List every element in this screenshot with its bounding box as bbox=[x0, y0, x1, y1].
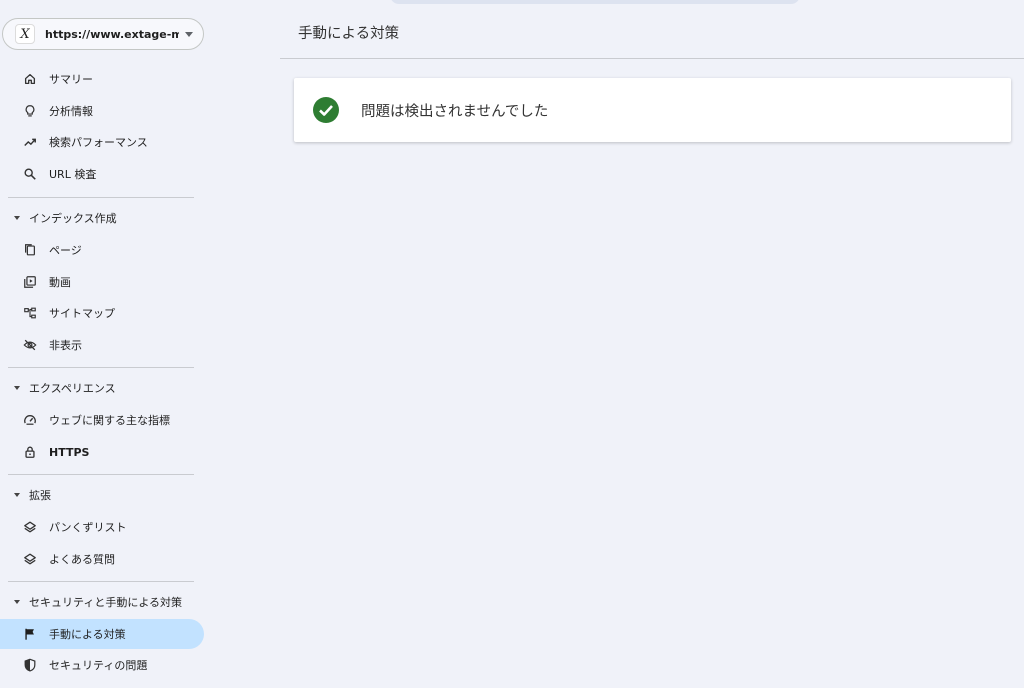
sidebar: X https://www.extage-ma… サマリー 分析情報 検索パフォ… bbox=[0, 0, 212, 688]
lock-icon bbox=[22, 444, 38, 460]
shield-icon bbox=[22, 657, 38, 673]
sidebar-item-breadcrumbs[interactable]: パンくずリスト bbox=[0, 512, 204, 542]
app-root: X https://www.extage-ma… サマリー 分析情報 検索パフォ… bbox=[0, 0, 1024, 688]
status-card: 問題は検出されませんでした bbox=[294, 78, 1011, 142]
sidebar-item-label: 非表示 bbox=[49, 339, 82, 352]
sidebar-item-performance[interactable]: 検索パフォーマンス bbox=[0, 127, 204, 157]
status-message: 問題は検出されませんでした bbox=[361, 103, 549, 120]
chevron-down-icon bbox=[185, 31, 193, 37]
sidebar-item-label: 手動による対策 bbox=[49, 628, 126, 641]
lightbulb-icon bbox=[22, 103, 38, 119]
flag-icon bbox=[22, 626, 38, 642]
section-experience[interactable]: エクスペリエンス bbox=[0, 375, 204, 401]
sidebar-divider bbox=[8, 367, 194, 368]
sidebar-item-label: サマリー bbox=[49, 73, 93, 86]
sidebar-item-pages[interactable]: ページ bbox=[0, 235, 204, 265]
sidebar-item-insights[interactable]: 分析情報 bbox=[0, 96, 204, 126]
sidebar-item-videos[interactable]: 動画 bbox=[0, 267, 204, 297]
sidebar-item-summary[interactable]: サマリー bbox=[0, 64, 204, 94]
section-label: 拡張 bbox=[29, 489, 51, 502]
section-label: エクスペリエンス bbox=[29, 382, 116, 395]
caret-down-icon bbox=[14, 216, 20, 220]
sidebar-item-url-inspection[interactable]: URL 検査 bbox=[0, 159, 204, 189]
sidebar-divider bbox=[8, 581, 194, 582]
top-bar-remnant bbox=[390, 0, 800, 4]
sidebar-item-sitemaps[interactable]: サイトマップ bbox=[0, 298, 204, 328]
x-logo-icon: X bbox=[15, 24, 35, 44]
section-label: インデックス作成 bbox=[29, 212, 117, 225]
sidebar-divider bbox=[8, 474, 194, 475]
caret-down-icon bbox=[14, 386, 20, 390]
sidebar-item-faq[interactable]: よくある質問 bbox=[0, 544, 204, 574]
trending-up-icon bbox=[22, 134, 38, 150]
sidebar-item-removals[interactable]: 非表示 bbox=[0, 330, 204, 360]
caret-down-icon bbox=[14, 493, 20, 497]
layers-icon bbox=[22, 519, 38, 535]
property-selector[interactable]: X https://www.extage-ma… bbox=[2, 18, 204, 50]
sidebar-item-label: URL 検査 bbox=[49, 168, 97, 181]
section-enhancements[interactable]: 拡張 bbox=[0, 482, 204, 508]
check-circle-icon bbox=[313, 97, 339, 123]
speed-icon bbox=[22, 412, 38, 428]
sidebar-item-label: 分析情報 bbox=[49, 105, 93, 118]
sidebar-item-label: 動画 bbox=[49, 276, 71, 289]
section-indexing[interactable]: インデックス作成 bbox=[0, 205, 204, 231]
visibility-off-icon bbox=[22, 337, 38, 353]
sitemap-icon bbox=[22, 305, 38, 321]
sidebar-item-core-web-vitals[interactable]: ウェブに関する主な指標 bbox=[0, 405, 204, 435]
sidebar-item-security-issues[interactable]: セキュリティの問題 bbox=[0, 650, 204, 680]
property-url: https://www.extage-ma… bbox=[45, 27, 179, 41]
pages-icon bbox=[22, 242, 38, 258]
page-title: 手動による対策 bbox=[298, 26, 400, 42]
sidebar-item-label: サイトマップ bbox=[49, 307, 115, 320]
search-icon bbox=[22, 166, 38, 182]
home-icon bbox=[22, 71, 38, 87]
sidebar-item-label: パンくずリスト bbox=[49, 521, 127, 534]
layers-icon bbox=[22, 551, 38, 567]
section-security-manual[interactable]: セキュリティと手動による対策 bbox=[0, 589, 204, 615]
section-label: セキュリティと手動による対策 bbox=[29, 596, 183, 609]
sidebar-divider bbox=[8, 197, 194, 198]
sidebar-item-manual-actions[interactable]: 手動による対策 bbox=[0, 619, 204, 649]
sidebar-item-https[interactable]: HTTPS bbox=[0, 437, 204, 467]
title-divider bbox=[280, 58, 1024, 59]
sidebar-item-label: よくある質問 bbox=[49, 553, 115, 566]
sidebar-item-label: セキュリティの問題 bbox=[49, 659, 148, 672]
sidebar-item-label: HTTPS bbox=[49, 445, 90, 459]
sidebar-item-label: ページ bbox=[49, 244, 82, 257]
sidebar-item-label: ウェブに関する主な指標 bbox=[49, 414, 170, 427]
video-icon bbox=[22, 274, 38, 290]
sidebar-item-label: 検索パフォーマンス bbox=[49, 136, 148, 149]
caret-down-icon bbox=[14, 600, 20, 604]
